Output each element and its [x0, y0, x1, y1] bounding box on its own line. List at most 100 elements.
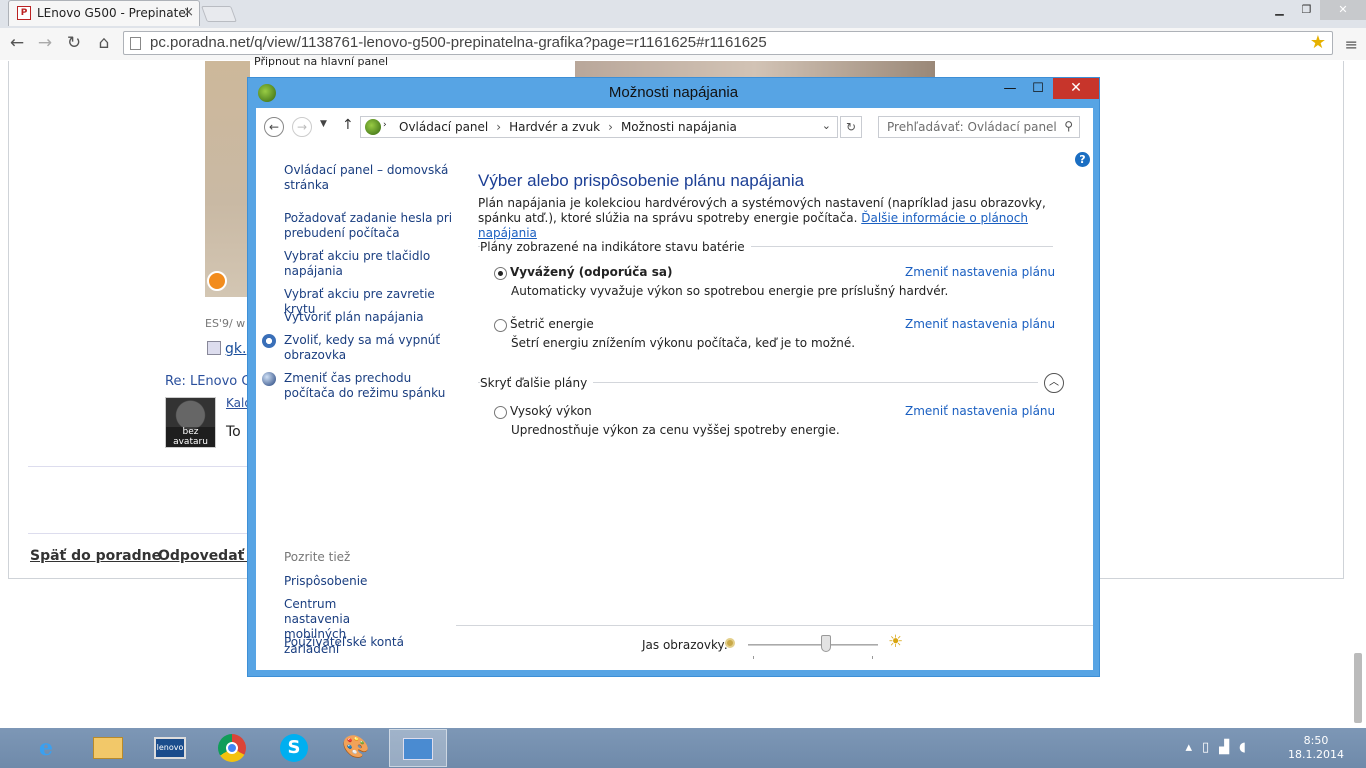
plan-balanced-radio[interactable] — [494, 267, 507, 280]
attachment-link[interactable]: gk. — [207, 341, 246, 357]
reply-title[interactable]: Re: LEnovo G — [165, 374, 251, 389]
see-also-personalization[interactable]: Prispôsobenie — [284, 574, 454, 589]
attachment-link-text: gk. — [225, 341, 247, 357]
post-body: To — [226, 424, 241, 440]
nav-link-require-password[interactable]: Požadovať zadanie hesla pri prebudení po… — [284, 211, 454, 241]
group-battery-plans-label: Plány zobrazené na indikátore stavu baté… — [480, 240, 751, 254]
lenovo-app-icon[interactable]: lenovo — [141, 729, 199, 767]
skype-icon[interactable]: S — [265, 729, 323, 767]
breadcrumb[interactable]: › Ovládací panel › Hardvér a zvuk › Možnosti… — [360, 116, 838, 138]
battery-icon[interactable]: ▯ — [1202, 740, 1219, 755]
plan-name[interactable]: Vysoký výkon — [510, 404, 592, 418]
url-text: pc.poradna.net/q/view/1138761-lenovo-g50… — [150, 34, 767, 51]
caption-text: ES'9/ w — [205, 317, 246, 330]
file-explorer-icon[interactable] — [79, 729, 137, 767]
plan-description: Uprednostňuje výkon za cenu vyššej spotr… — [511, 423, 840, 437]
back-to-forum-link[interactable]: Späť do poradne — [30, 548, 161, 564]
reload-icon[interactable]: ↻ — [62, 32, 86, 54]
screenshot-image — [205, 61, 250, 297]
chevron-down-icon[interactable]: ⌄ — [822, 119, 831, 132]
page-description: Plán napájania je kolekciou hardvérových… — [478, 196, 1078, 241]
network-icon[interactable]: ▟ — [1219, 740, 1239, 755]
plan-power-saver-radio[interactable] — [494, 319, 507, 332]
control-panel-icon — [365, 119, 381, 135]
page-scrollbar[interactable] — [1354, 653, 1362, 723]
minimize-icon[interactable]: ▁ — [1266, 0, 1293, 20]
home-icon[interactable]: ⌂ — [92, 32, 116, 54]
sleep-icon — [262, 372, 276, 386]
close-icon[interactable]: ✕ — [1053, 78, 1099, 99]
search-placeholder: Prehľadávať: Ovládací panel — [887, 120, 1057, 134]
see-also-heading: Pozrite tiež — [284, 550, 351, 564]
back-icon[interactable]: ← — [264, 117, 284, 137]
change-plan-settings-link[interactable]: Zmeniť nastavenia plánu — [905, 265, 1055, 279]
image-strip — [575, 61, 935, 77]
browser-toolbar: ← → ↻ ⌂ pc.poradna.net/q/view/1138761-le… — [0, 28, 1366, 60]
refresh-icon[interactable]: ↻ — [840, 116, 862, 138]
up-icon[interactable]: ↑ — [342, 117, 354, 133]
system-tray[interactable]: ▴▯▟◖ — [1185, 740, 1256, 755]
internet-explorer-icon[interactable]: e — [17, 729, 75, 767]
back-icon[interactable]: ← — [5, 32, 29, 54]
new-tab-button[interactable] — [201, 6, 237, 22]
power-options-window: Možnosti napájania — ☐ ✕ ← → ▼ ↑ › Ovlád… — [247, 77, 1100, 677]
clock-date: 18.1.2014 — [1288, 748, 1344, 761]
search-icon[interactable]: ⚲ — [1064, 119, 1073, 133]
tab-title: LEnovo G500 - Prepinatel — [37, 6, 190, 20]
search-input[interactable]: Prehľadávať: Ovládací panel ⚲ — [878, 116, 1080, 138]
chrome-icon[interactable] — [203, 729, 261, 767]
brightness-slider-thumb[interactable] — [821, 635, 831, 652]
dim-sun-icon — [725, 638, 735, 648]
nav-link-turn-off-display[interactable]: Zvoliť, kedy sa má vypnúť obrazovka — [284, 333, 454, 363]
see-also-user-accounts[interactable]: Používateľské kontá — [284, 635, 454, 650]
image-file-icon — [207, 341, 221, 355]
change-plan-settings-link[interactable]: Zmeniť nastavenia plánu — [905, 404, 1055, 418]
pinned-tooltip: Připnout na hlavní panel — [254, 55, 389, 68]
chevron-right-icon[interactable]: › — [383, 120, 387, 130]
help-icon[interactable]: ? — [1075, 152, 1090, 167]
avatar: bez avataru — [165, 397, 216, 448]
browser-tab[interactable]: P LEnovo G500 - Prepinatel × — [8, 0, 200, 26]
browser-frame: P LEnovo G500 - Prepinatel × ▁ ❐ ✕ ← → ↻… — [0, 0, 1366, 60]
minimize-icon[interactable]: — — [996, 80, 1024, 100]
breadcrumb-item[interactable]: Hardvér a zvuk — [509, 120, 600, 134]
forward-icon[interactable]: → — [33, 32, 57, 54]
nav-link-control-panel-home[interactable]: Ovládací panel – domovská stránka — [284, 163, 454, 193]
reply-link[interactable]: Odpovedať n — [158, 548, 248, 564]
site-favicon: P — [17, 6, 31, 20]
page-icon — [130, 37, 141, 50]
close-tab-icon[interactable]: × — [183, 5, 194, 20]
address-bar[interactable]: pc.poradna.net/q/view/1138761-lenovo-g50… — [123, 31, 1333, 55]
maximize-icon[interactable]: ☐ — [1024, 80, 1052, 100]
brightness-label: Jas obrazovky: — [642, 638, 728, 652]
display-timer-icon — [262, 334, 276, 348]
show-hidden-icons[interactable]: ▴ — [1185, 740, 1202, 755]
plan-name[interactable]: Šetrič energie — [510, 317, 594, 331]
plan-name[interactable]: Vyvážený (odporúča sa) — [510, 265, 672, 279]
explorer-address-bar: ← → ▼ ↑ › Ovládací panel › Hardvér a zvuk ›… — [256, 108, 1093, 148]
task-pane: Ovládací panel – domovská stránka Požado… — [256, 148, 456, 670]
play-icon[interactable] — [207, 271, 227, 291]
nav-link-create-plan[interactable]: Vytvoriť plán napájania — [284, 310, 454, 325]
restore-icon[interactable]: ❐ — [1293, 0, 1320, 20]
change-plan-settings-link[interactable]: Zmeniť nastavenia plánu — [905, 317, 1055, 331]
breadcrumb-item[interactable]: Možnosti napájania — [621, 120, 737, 134]
recent-locations-icon[interactable]: ▼ — [320, 119, 327, 129]
bottom-divider — [456, 625, 1093, 626]
nav-link-power-button-action[interactable]: Vybrať akciu pre tlačidlo napájania — [284, 249, 454, 279]
window-title: Možnosti napájania — [608, 84, 739, 101]
power-options-taskbar-icon[interactable] — [389, 729, 447, 767]
breadcrumb-item[interactable]: Ovládací panel — [399, 120, 488, 134]
collapse-chevron-icon[interactable]: ︿ — [1044, 373, 1064, 393]
taskbar: e lenovo S 🎨 ▴▯▟◖ 8:50 18.1.2014 — [0, 728, 1366, 768]
volume-icon[interactable]: ◖ — [1239, 740, 1256, 755]
close-window-icon[interactable]: ✕ — [1320, 0, 1366, 20]
brightness-slider-track[interactable] — [748, 644, 878, 646]
paint-icon[interactable]: 🎨 — [327, 729, 385, 767]
clock[interactable]: 8:50 18.1.2014 — [1288, 734, 1344, 762]
bookmark-star-icon[interactable]: ★ — [1310, 32, 1326, 53]
forward-icon[interactable]: → — [292, 117, 312, 137]
nav-link-sleep-time[interactable]: Zmeniť čas prechodu počítača do režimu s… — [284, 371, 454, 401]
menu-icon[interactable]: ≡ — [1345, 35, 1358, 54]
plan-high-performance-radio[interactable] — [494, 406, 507, 419]
